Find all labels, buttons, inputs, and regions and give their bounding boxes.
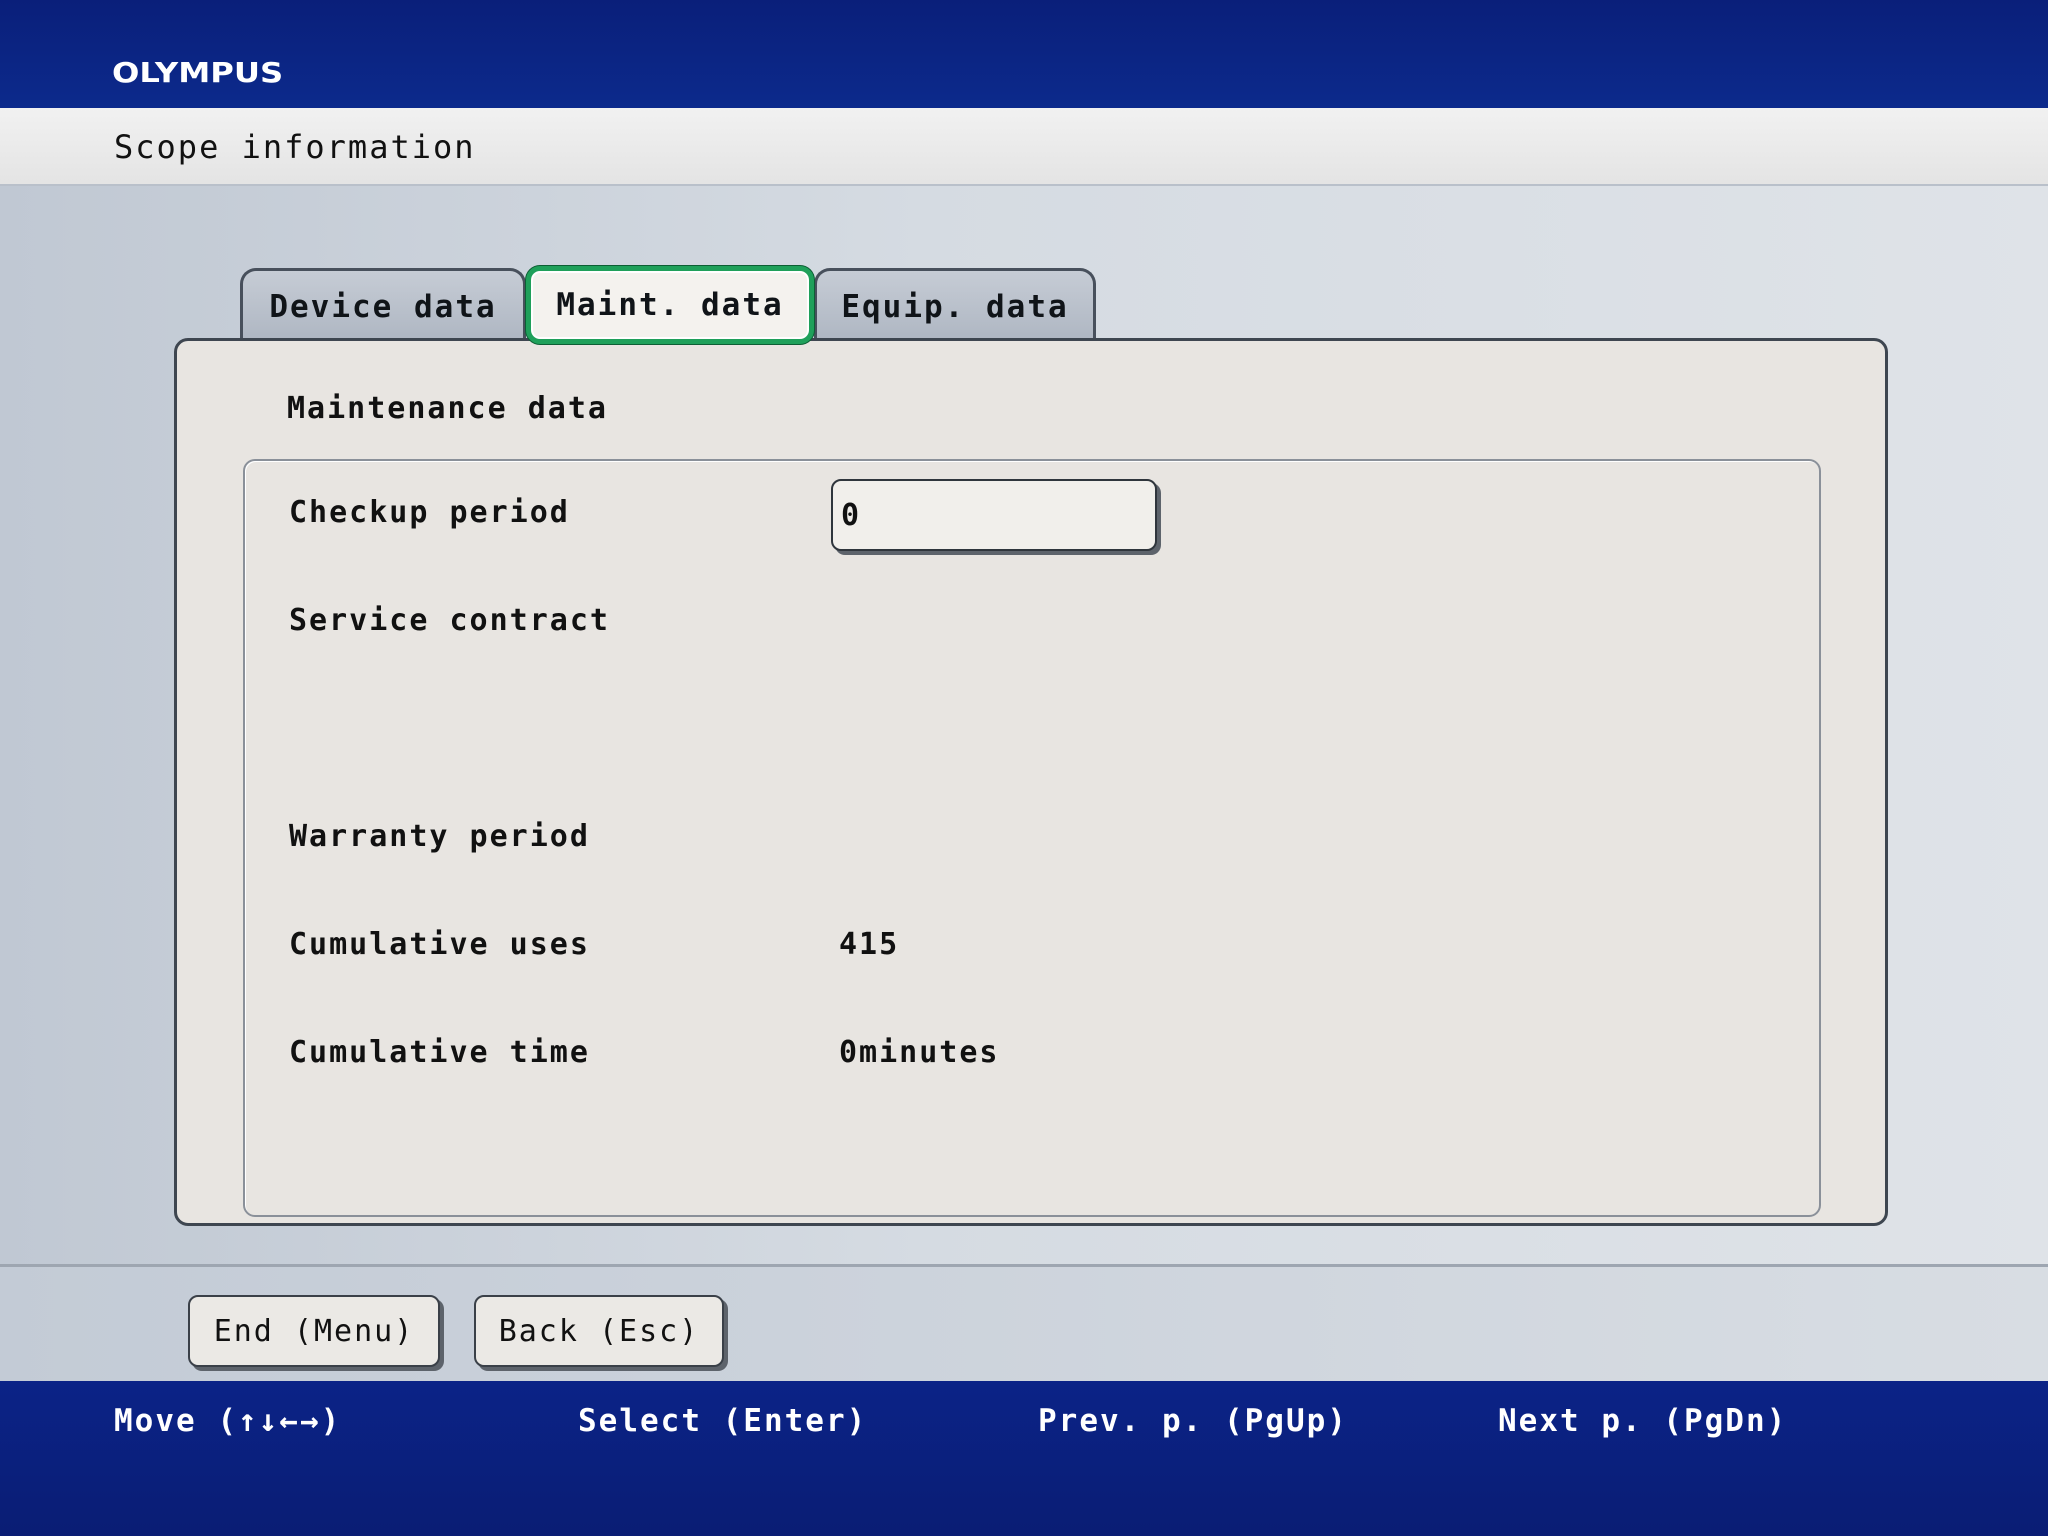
hint-move: Move (↑↓←→) [114, 1403, 342, 1439]
tab-equip-data[interactable]: Equip. data [814, 268, 1096, 342]
checkup-period-input[interactable] [831, 479, 1157, 551]
maintenance-fields-box: Checkup period Service contract Warranty… [243, 459, 1821, 1217]
warranty-period-label: Warranty period [289, 819, 590, 854]
tab-maint-data[interactable]: Maint. data [526, 266, 814, 344]
maintenance-panel: Maintenance data Checkup period Service … [174, 338, 1888, 1226]
service-contract-label: Service contract [289, 603, 610, 638]
hint-select: Select (Enter) [578, 1403, 868, 1439]
cumulative-uses-label: Cumulative uses [289, 927, 590, 962]
cumulative-uses-value: 415 [839, 927, 900, 962]
button-bar: End (Menu) Back (Esc) [0, 1267, 2048, 1381]
page-title: Scope information [114, 128, 476, 166]
cumulative-time-label: Cumulative time [289, 1035, 590, 1070]
hint-prev-page: Prev. p. (PgUp) [1038, 1403, 1348, 1439]
panel-title: Maintenance data [287, 391, 608, 426]
top-bar: OLYMPUS [0, 0, 2048, 108]
hint-next-page: Next p. (PgDn) [1498, 1403, 1788, 1439]
back-esc-button[interactable]: Back (Esc) [474, 1295, 724, 1367]
end-menu-button[interactable]: End (Menu) [188, 1295, 440, 1367]
tab-equip-data-label: Equip. data [841, 288, 1069, 325]
title-bar: Scope information [0, 108, 2048, 186]
checkup-period-label: Checkup period [289, 495, 570, 530]
scope-information-screen: OLYMPUS Scope information Device data Ma… [0, 0, 2048, 1536]
tab-maint-data-label: Maint. data [556, 287, 784, 323]
tab-device-data-label: Device data [269, 288, 497, 325]
olympus-logo: OLYMPUS [112, 56, 284, 89]
tab-device-data[interactable]: Device data [240, 268, 526, 342]
cumulative-time-value: 0minutes [839, 1035, 1000, 1070]
key-hint-bar: Move (↑↓←→) Select (Enter) Prev. p. (PgU… [0, 1381, 2048, 1536]
